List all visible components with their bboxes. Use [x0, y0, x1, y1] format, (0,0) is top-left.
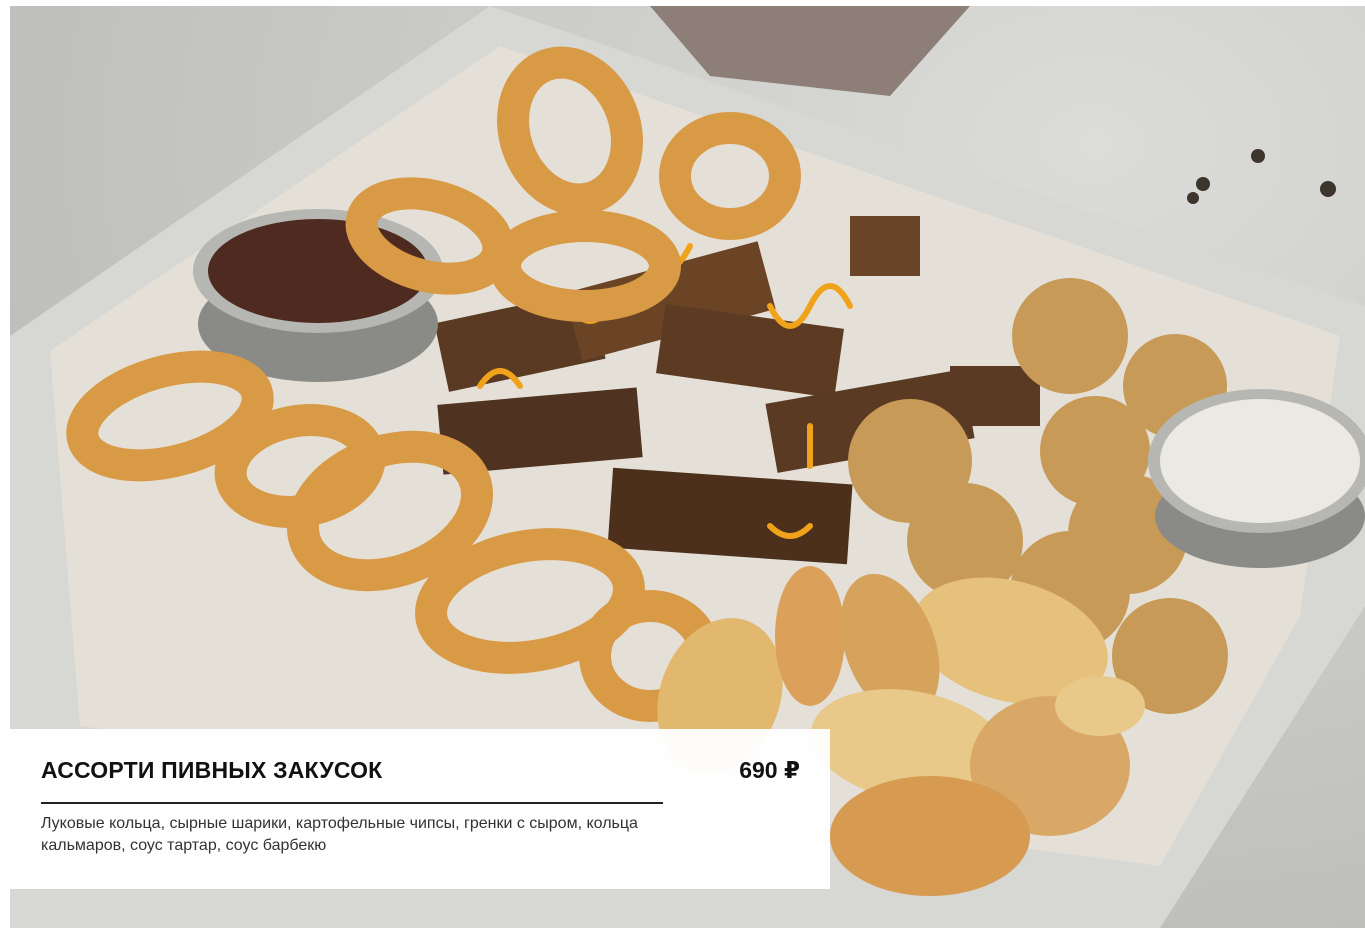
- peppercorn: [1251, 149, 1265, 163]
- peppercorn: [1320, 181, 1336, 197]
- product-card: АССОРТИ ПИВНЫХ ЗАКУСОК 690 ₽ Луковые кол…: [10, 729, 830, 889]
- peppercorn: [1196, 177, 1210, 191]
- peppercorn: [1187, 192, 1199, 204]
- tartar-sauce: [1148, 389, 1365, 568]
- product-price: 690 ₽: [739, 757, 800, 783]
- divider: [41, 802, 663, 804]
- product-description: Луковые кольца, сырные шарики, картофель…: [41, 815, 638, 854]
- product-title: АССОРТИ ПИВНЫХ ЗАКУСОК: [41, 757, 383, 783]
